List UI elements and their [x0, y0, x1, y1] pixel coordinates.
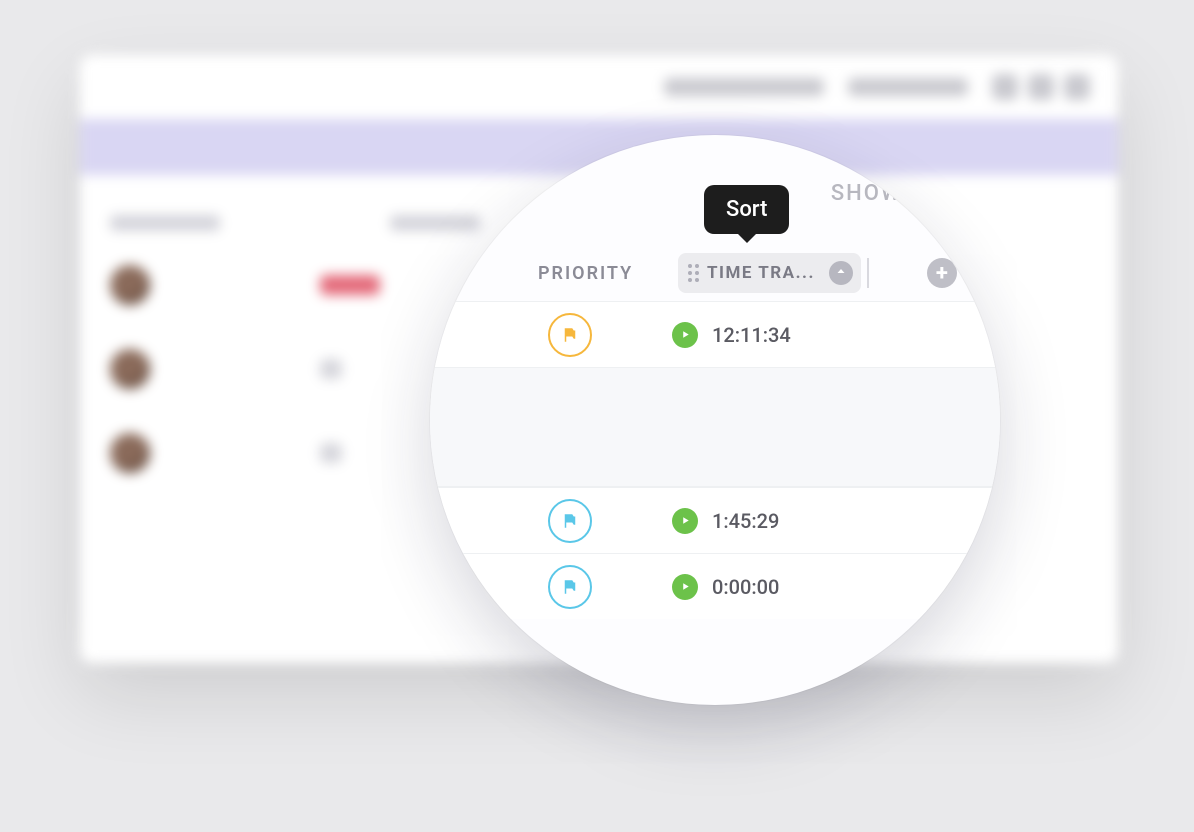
priority-flag-icon[interactable]: [548, 313, 592, 357]
background-topbar: [80, 55, 1118, 119]
avatar: [110, 433, 150, 473]
play-timer-icon[interactable]: [672, 322, 698, 348]
column-header-priority[interactable]: PRIORITY: [538, 263, 678, 284]
group-gap: [430, 367, 1000, 487]
zoom-lens: SHOW CL Sort PRIORITY TIME TRA... +: [430, 135, 1000, 705]
column-divider: [867, 258, 869, 288]
avatar: [110, 349, 150, 389]
task-row[interactable]: 12:11:34: [430, 301, 1000, 367]
priority-flag-icon[interactable]: [548, 565, 592, 609]
drag-handle-icon[interactable]: [688, 264, 699, 282]
column-header-time-label: TIME TRA...: [707, 263, 815, 283]
avatar: [110, 265, 150, 305]
task-rows: 12:11:34 1:45:29: [430, 301, 1000, 619]
play-timer-icon[interactable]: [672, 574, 698, 600]
task-row[interactable]: 1:45:29: [430, 487, 1000, 553]
add-column-button[interactable]: +: [927, 258, 957, 288]
show-closed-link[interactable]: SHOW CL: [831, 181, 940, 206]
column-header-time-tracked[interactable]: TIME TRA...: [678, 253, 861, 293]
time-tracked-value: 12:11:34: [712, 323, 791, 347]
play-timer-icon[interactable]: [672, 508, 698, 534]
task-row[interactable]: 0:00:00: [430, 553, 1000, 619]
time-tracked-value: 1:45:29: [712, 509, 779, 533]
time-tracked-value: 0:00:00: [712, 575, 779, 599]
sort-direction-icon[interactable]: [829, 261, 853, 285]
sort-tooltip: Sort: [704, 185, 789, 234]
priority-flag-icon[interactable]: [548, 499, 592, 543]
column-headers: PRIORITY TIME TRA... +: [430, 253, 1000, 293]
